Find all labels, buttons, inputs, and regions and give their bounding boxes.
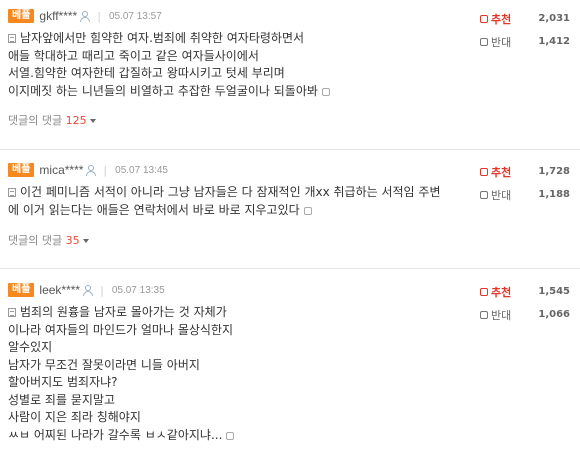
votes: 추천 1,728 반대 1,188 [480, 163, 572, 203]
best-badge: 베플 [8, 9, 35, 23]
user-icon[interactable] [85, 164, 97, 176]
comment-line: ㅆㅂ 어찌된 나라가 갈수록 ㅂㅅ같아지냐... [8, 427, 223, 442]
comment-date: 05.07 13:45 [115, 164, 168, 176]
thumbs-up-icon [480, 167, 488, 176]
comment-body: 남자앞에서만 힘약한 여자.범죄에 취약한 여자타령하면서 애들 학대하고 때리… [8, 30, 478, 100]
thumbs-up-icon [480, 287, 488, 296]
upvote-label: 추천 [491, 165, 512, 179]
downvote-label: 반대 [491, 188, 512, 202]
document-icon [8, 308, 16, 317]
reply-toggle[interactable]: 댓글의 댓글 125 [8, 112, 96, 128]
username[interactable]: leek**** [39, 283, 80, 297]
comment-line: 남자앞에서만 힘약한 여자.범죄에 취약한 여자타령하면서 [20, 31, 305, 45]
comment-line: 이지메짓 하는 니년들의 비열하고 추잡한 두얼굴이나 되돌아봐 [8, 83, 318, 98]
comment-line: 성별로 죄를 묻지말고 [8, 392, 115, 407]
upvote-count: 1,728 [538, 166, 570, 177]
report-icon[interactable] [226, 431, 235, 440]
document-icon [8, 188, 16, 197]
comment-line: 남자가 무조건 잘못이라면 니들 아버지 [8, 357, 200, 372]
divider: | [103, 163, 108, 177]
downvote-button[interactable]: 반대 1,066 [480, 306, 572, 323]
comment-line: 서열.힘약한 여자한테 갑질하고 왕따시키고 텃세 부리며 [8, 66, 285, 80]
comment-line: 에 이거 읽는다는 애들은 연락처에서 바로 바로 지우고있다 [8, 202, 300, 217]
comment-3: 베플 leek**** | 05.07 13:35 범죄의 원흉을 남자로 몰아… [0, 282, 580, 447]
comment-line: 할아버지도 범죄자냐? [8, 375, 118, 389]
document-icon [8, 34, 16, 43]
caret-down-icon [89, 119, 96, 123]
downvote-count: 1,066 [538, 309, 570, 320]
separator [0, 149, 580, 150]
upvote-count: 2,031 [538, 13, 570, 24]
comment-body: 이건 페미니즘 서적이 아니라 그냥 남자들은 다 잠재적인 개xx 취급하는 … [8, 184, 478, 219]
thumbs-up-icon [480, 14, 488, 23]
comment-line: 사람이 지은 죄라 칭해야지 [8, 410, 141, 424]
upvote-count: 1,545 [538, 286, 570, 297]
comment-date: 05.07 13:57 [108, 10, 162, 22]
downvote-count: 1,412 [538, 36, 570, 47]
divider: | [100, 283, 104, 297]
reply-count: 35 [65, 234, 80, 247]
username[interactable]: mica**** [39, 163, 83, 177]
best-badge: 베플 [8, 283, 35, 297]
thumbs-down-icon [480, 37, 488, 46]
reply-label: 댓글의 댓글 [8, 234, 63, 247]
comment-1: 베플 gkff**** | 05.07 13:57 남자앞에서만 힘약한 여자.… [0, 8, 580, 133]
votes: 추천 2,031 반대 1,412 [480, 10, 572, 50]
downvote-label: 반대 [491, 35, 512, 49]
thumbs-down-icon [480, 310, 488, 319]
downvote-count: 1,188 [538, 189, 570, 200]
reply-count: 125 [65, 114, 87, 127]
comment-line: 애들 학대하고 때리고 죽이고 같은 여자들사이에서 [8, 48, 259, 63]
separator [0, 268, 580, 269]
comment-date: 05.07 13:35 [111, 284, 165, 296]
upvote-button[interactable]: 추천 1,545 [480, 283, 572, 300]
best-badge: 베플 [8, 163, 35, 177]
downvote-label: 반대 [491, 308, 512, 322]
divider: | [97, 9, 101, 23]
comment-2: 베플 mica**** | 05.07 13:45 이건 페미니즘 서적이 아니… [0, 162, 580, 257]
report-icon[interactable] [321, 87, 330, 96]
comment-line: 범죄의 원흉을 남자로 몰아가는 것 자체가 [20, 305, 227, 319]
comment-header: 베플 leek**** | 05.07 13:35 [8, 282, 165, 298]
user-icon[interactable] [82, 284, 94, 296]
comment-body: 범죄의 원흉을 남자로 몰아가는 것 자체가 이나라 여자들의 마인드가 얼마나… [8, 304, 478, 444]
upvote-label: 추천 [491, 285, 512, 299]
comment-header: 베플 gkff**** | 05.07 13:57 [8, 8, 162, 24]
comment-header: 베플 mica**** | 05.07 13:45 [8, 162, 168, 178]
user-icon[interactable] [79, 10, 91, 22]
upvote-label: 추천 [491, 12, 512, 26]
comment-line: 이건 페미니즘 서적이 아니라 그냥 남자들은 다 잠재적인 개xx 취급하는 … [20, 185, 441, 199]
downvote-button[interactable]: 반대 1,188 [480, 186, 572, 203]
thumbs-down-icon [480, 190, 488, 199]
reply-toggle[interactable]: 댓글의 댓글 35 [8, 232, 89, 248]
upvote-button[interactable]: 추천 1,728 [480, 163, 572, 180]
comment-line: 알수있지 [8, 340, 53, 354]
votes: 추천 1,545 반대 1,066 [480, 283, 572, 323]
report-icon[interactable] [303, 206, 312, 215]
upvote-button[interactable]: 추천 2,031 [480, 10, 572, 27]
comment-line: 이나라 여자들의 마인드가 얼마나 몰상식한지 [8, 322, 234, 337]
caret-down-icon [82, 239, 89, 243]
username[interactable]: gkff**** [39, 9, 77, 23]
downvote-button[interactable]: 반대 1,412 [480, 33, 572, 50]
reply-label: 댓글의 댓글 [8, 114, 63, 127]
